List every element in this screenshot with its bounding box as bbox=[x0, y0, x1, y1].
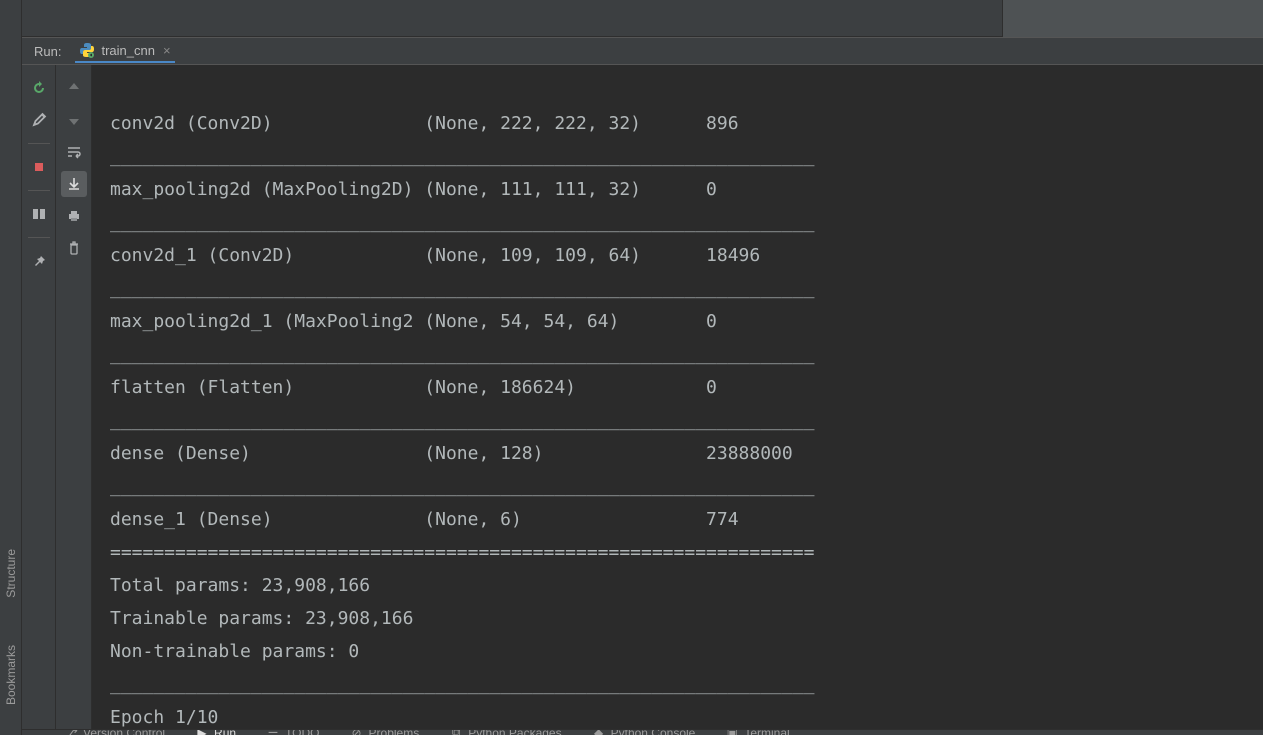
layout-button[interactable] bbox=[26, 201, 52, 227]
console-output[interactable]: conv2d (Conv2D) (None, 222, 222, 32) 896… bbox=[92, 65, 1263, 729]
structure-toolwindow-button[interactable]: Structure bbox=[4, 530, 18, 598]
python-icon: ◆ bbox=[592, 729, 606, 735]
soft-wrap-button[interactable] bbox=[61, 139, 87, 165]
modify-run-config-button[interactable] bbox=[26, 107, 52, 133]
todo-icon: ☰ bbox=[266, 729, 280, 735]
terminal-icon: ▣ bbox=[725, 729, 739, 735]
run-toolwindow-header: Run: train_cnn × bbox=[22, 38, 1263, 65]
python-icon bbox=[79, 42, 95, 58]
left-tool-strip: Structure Bookmarks bbox=[0, 0, 22, 735]
run-tab[interactable]: ▶ Run bbox=[195, 729, 236, 735]
play-icon: ▶ bbox=[195, 729, 209, 735]
todo-tab[interactable]: ☰ TODO bbox=[266, 729, 319, 735]
down-stacktrace-button[interactable] bbox=[61, 107, 87, 133]
bookmarks-label: Bookmarks bbox=[4, 645, 18, 705]
run-config-name: train_cnn bbox=[101, 43, 154, 58]
pin-button[interactable] bbox=[26, 248, 52, 274]
run-label: Run: bbox=[34, 44, 61, 59]
run-toolbar-secondary bbox=[56, 65, 92, 729]
bookmarks-toolwindow-button[interactable]: Bookmarks bbox=[4, 626, 18, 705]
python-packages-tab[interactable]: ⧉ Python Packages bbox=[449, 729, 561, 735]
stop-button[interactable] bbox=[26, 154, 52, 180]
run-config-tab[interactable]: train_cnn × bbox=[75, 39, 174, 63]
close-tab-icon[interactable]: × bbox=[163, 43, 171, 58]
rerun-button[interactable] bbox=[26, 75, 52, 101]
package-icon: ⧉ bbox=[449, 729, 463, 735]
editor-tab-bar bbox=[22, 0, 1263, 38]
branch-icon: ⎇ bbox=[64, 729, 78, 735]
terminal-tab[interactable]: ▣ Terminal bbox=[725, 729, 789, 735]
version-control-tab[interactable]: ⎇ Version Control bbox=[64, 729, 165, 735]
up-stacktrace-button[interactable] bbox=[61, 75, 87, 101]
editor-active-tab-region[interactable] bbox=[1002, 0, 1263, 37]
problems-icon: ⊘ bbox=[350, 729, 364, 735]
console-text: conv2d (Conv2D) (None, 222, 222, 32) 896… bbox=[110, 107, 1263, 729]
clear-all-button[interactable] bbox=[61, 235, 87, 261]
structure-label: Structure bbox=[4, 549, 18, 598]
scroll-to-end-button[interactable] bbox=[61, 171, 87, 197]
bottom-toolwindow-bar: ⎇ Version Control ▶ Run ☰ TODO ⊘ Problem… bbox=[22, 729, 1263, 735]
python-console-tab[interactable]: ◆ Python Console bbox=[592, 729, 696, 735]
problems-tab[interactable]: ⊘ Problems bbox=[350, 729, 420, 735]
run-toolbar-primary bbox=[22, 65, 56, 729]
print-button[interactable] bbox=[61, 203, 87, 229]
